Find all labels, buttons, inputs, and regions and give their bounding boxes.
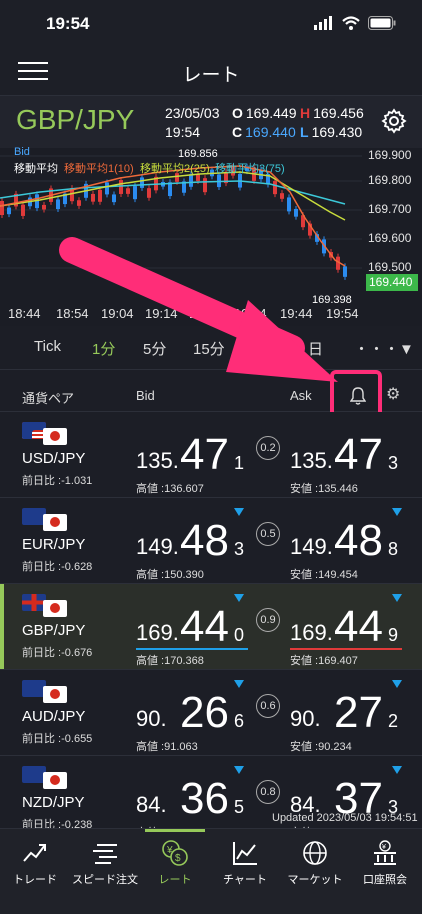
annotation-arrow-icon [59,237,338,382]
